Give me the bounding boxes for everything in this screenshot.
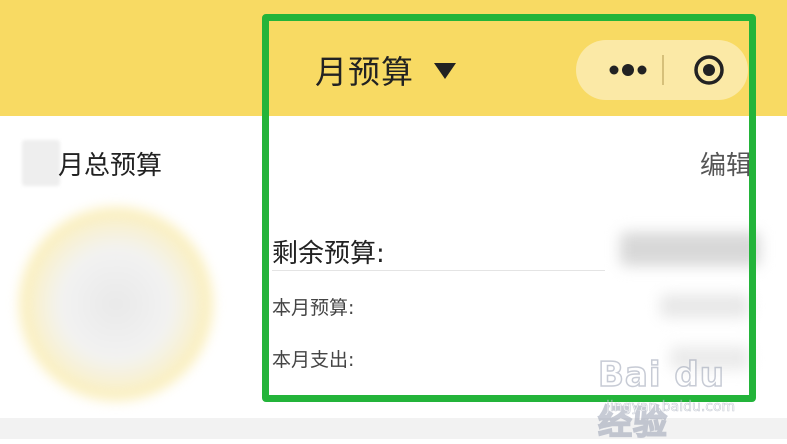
more-dots-icon	[609, 64, 647, 76]
budget-progress-ring	[20, 208, 212, 400]
month-budget-value-redacted	[660, 294, 750, 318]
caret-down-icon	[434, 63, 457, 79]
watermark-url: jingyan.baidu.com	[606, 399, 736, 416]
edit-button[interactable]: 编辑	[700, 145, 752, 182]
mini-program-capsule	[576, 40, 748, 100]
baidu-watermark: Bai du 经验 jingyan.baidu.com	[597, 354, 768, 444]
target-close-icon	[694, 55, 724, 85]
month-budget-label: 本月预算:	[272, 297, 355, 319]
title-dropdown[interactable]: 月预算	[315, 50, 457, 91]
remaining-budget-label: 剩余预算:	[272, 239, 385, 269]
row-divider	[272, 270, 605, 271]
close-button[interactable]	[688, 40, 730, 100]
month-spend-label: 本月支出:	[272, 349, 355, 371]
ring-blurred-chart	[20, 208, 212, 400]
more-button[interactable]	[594, 40, 662, 100]
section-label: 月总预算	[58, 151, 163, 181]
redacted-prefix	[22, 140, 60, 186]
capsule-divider	[662, 55, 664, 85]
page-title: 月预算	[315, 53, 415, 91]
remaining-budget-value-redacted	[620, 232, 760, 266]
